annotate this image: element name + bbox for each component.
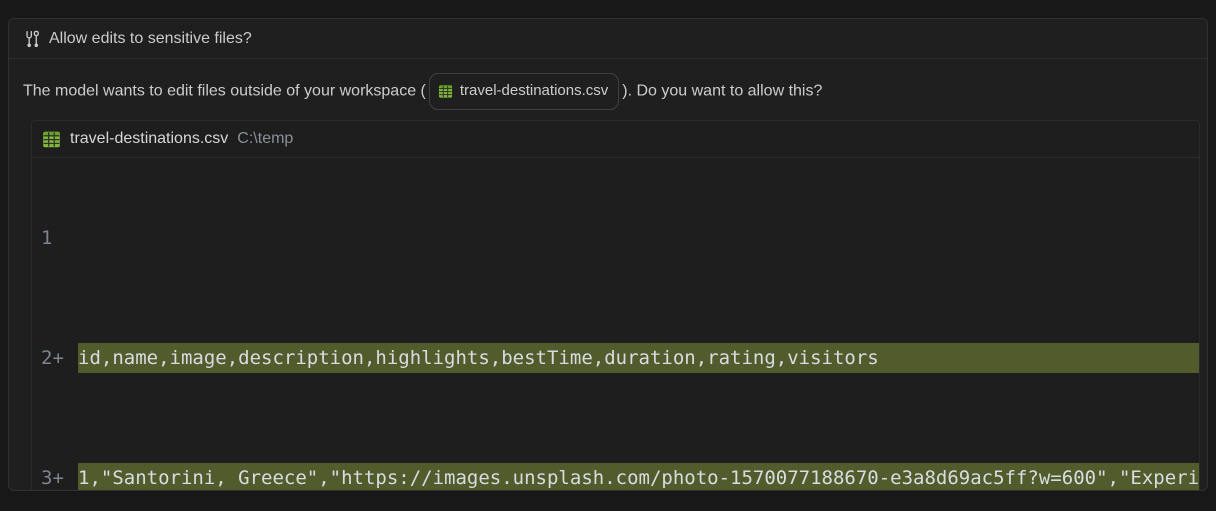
file-chip[interactable]: travel-destinations.csv bbox=[428, 73, 620, 110]
csv-table-icon bbox=[42, 130, 61, 149]
dialog-title: Allow edits to sensitive files? bbox=[49, 29, 252, 47]
page-background: Allow edits to sensitive files? The mode… bbox=[0, 0, 1216, 511]
line-text: 1,"Santorini, Greece","https://images.un… bbox=[78, 463, 1199, 490]
csv-table-icon bbox=[438, 84, 453, 99]
line-number: 2+ bbox=[41, 347, 64, 369]
file-chip-label: travel-destinations.csv bbox=[459, 82, 609, 99]
question-text-after: ). Do you want to allow this? bbox=[622, 82, 823, 100]
dialog-header: Allow edits to sensitive files? bbox=[9, 19, 1207, 59]
line-text bbox=[78, 223, 1199, 253]
code-line: 1 bbox=[32, 223, 1199, 253]
diff-file-header[interactable]: travel-destinations.csv C:\temp bbox=[32, 121, 1199, 158]
tools-icon bbox=[23, 30, 41, 48]
permission-dialog: Allow edits to sensitive files? The mode… bbox=[8, 18, 1208, 491]
diff-code-lines[interactable]: 1 2+ id,name,image,description,highlight… bbox=[32, 158, 1199, 490]
question-text-before: The model wants to edit files outside of… bbox=[23, 82, 426, 100]
code-line: 2+ id,name,image,description,highlights,… bbox=[32, 343, 1199, 373]
code-line: 3+ 1,"Santorini, Greece","https://images… bbox=[32, 463, 1199, 490]
diff-file-name: travel-destinations.csv bbox=[70, 130, 229, 147]
diff-file-path: C:\temp bbox=[237, 130, 294, 147]
line-text: id,name,image,description,highlights,bes… bbox=[78, 343, 1199, 373]
line-number: 1 bbox=[41, 227, 53, 249]
diff-preview: travel-destinations.csv C:\temp 1 2+ id,… bbox=[31, 120, 1200, 490]
dialog-question: The model wants to edit files outside of… bbox=[23, 73, 1193, 110]
line-number: 3+ bbox=[41, 467, 64, 489]
